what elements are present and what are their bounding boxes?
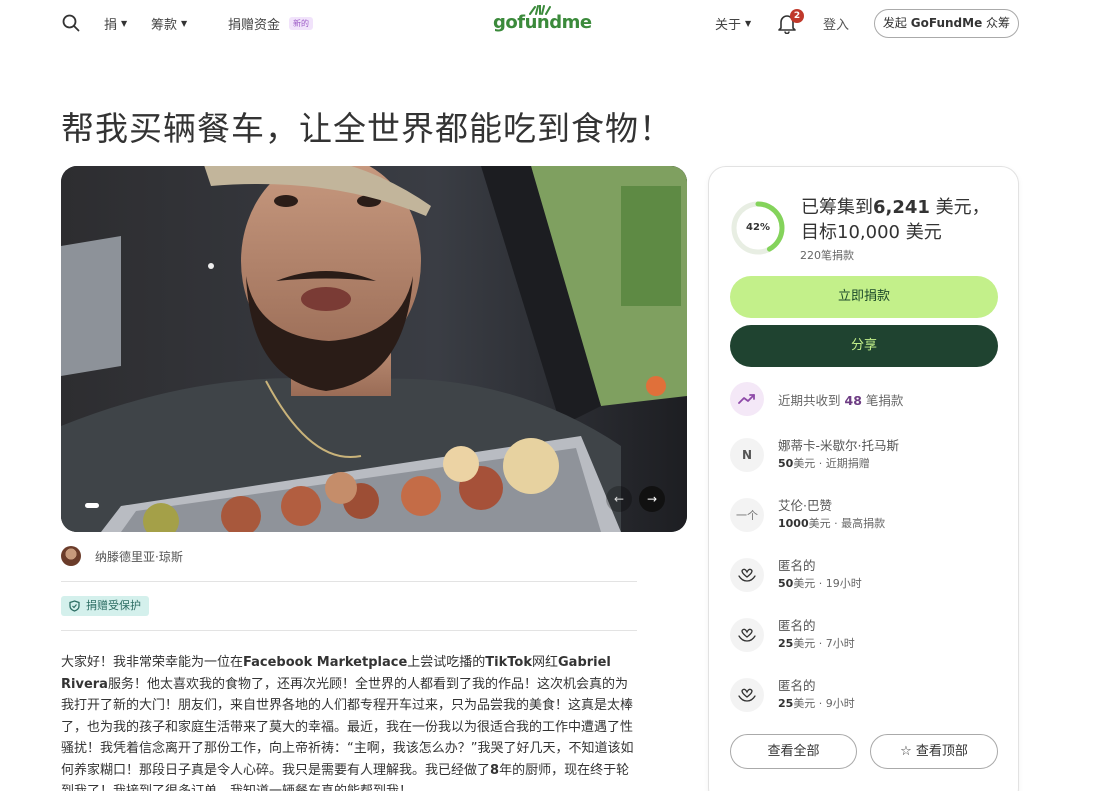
donor-name: 艾伦·巴赞 bbox=[778, 498, 832, 513]
chevron-down-icon: ▼ bbox=[745, 19, 752, 28]
donor-amount: 1000 bbox=[778, 517, 809, 530]
goal-amount: 10,000 bbox=[837, 222, 900, 243]
raised-prefix: 已筹集到 bbox=[801, 197, 873, 218]
top-navigation: 捐 ▼ 筹款 ▼ 捐赠资金 新的 gofundme 关于 ▼ 2 登入 发起 G… bbox=[0, 0, 1100, 48]
donation-panel: 42% 已筹集到6,241 美元，目标10,000 美元 220笔捐款 立即捐款… bbox=[708, 166, 1019, 791]
donor-item: 一个 艾伦·巴赞 1000美元 · 最高捐款 bbox=[730, 497, 885, 532]
donor-unit: 美元 bbox=[793, 637, 816, 650]
carousel-next-button[interactable]: → bbox=[639, 486, 665, 512]
carousel-indicator[interactable] bbox=[85, 503, 99, 508]
hands-heart-icon bbox=[730, 677, 764, 712]
campaign-story: 大家好！我非常荣幸能为一位在Facebook Marketplace上尝试吃播的… bbox=[61, 652, 635, 791]
donor-note: · 9小时 bbox=[815, 697, 855, 710]
donor-name: 匿名的 bbox=[778, 558, 816, 573]
start-button-suffix: 众筹 bbox=[986, 16, 1011, 30]
progress-percent-label: 42% bbox=[746, 222, 770, 233]
organizer-info[interactable]: 纳滕德里亚·琼斯 bbox=[61, 546, 183, 566]
donor-amount: 25 bbox=[778, 697, 794, 710]
nav-giving-funds-link[interactable]: 捐赠资金 新的 bbox=[228, 14, 314, 33]
donation-protected-badge[interactable]: 捐赠受保护 bbox=[61, 596, 149, 616]
donate-now-button[interactable]: 立即捐款 bbox=[730, 276, 998, 318]
story-text: 大家好！我非常荣幸能为一位在 bbox=[61, 655, 244, 670]
donor-item: 匿名的 25美元 · 7小时 bbox=[730, 617, 855, 652]
new-badge: 新的 bbox=[289, 17, 314, 30]
trend-prefix: 近期共收到 bbox=[778, 392, 841, 408]
search-icon[interactable] bbox=[62, 14, 80, 32]
organizer-name: 纳滕德里亚·琼斯 bbox=[95, 549, 183, 564]
protection-label: 捐赠受保护 bbox=[86, 599, 141, 612]
donor-unit: 美元 bbox=[793, 457, 816, 470]
donor-unit: 美元 bbox=[808, 517, 831, 530]
start-button-prefix: 发起 bbox=[882, 16, 907, 30]
see-top-label: 查看顶部 bbox=[915, 744, 968, 759]
star-icon: ☆ bbox=[900, 744, 912, 759]
nav-fundraise-label: 筹款 bbox=[151, 18, 178, 33]
start-gofundme-button[interactable]: 发起 GoFundMe 众筹 bbox=[874, 9, 1019, 38]
hero-photo bbox=[61, 166, 687, 532]
logo-sprout-icon bbox=[529, 5, 551, 15]
story-bold-text: Facebook Marketplace bbox=[243, 655, 408, 670]
donor-unit: 美元 bbox=[793, 697, 816, 710]
nav-about-menu[interactable]: 关于 ▼ bbox=[715, 14, 751, 33]
raised-amount-text: 已筹集到6,241 美元，目标10,000 美元 bbox=[801, 195, 1006, 245]
avatar bbox=[61, 546, 81, 566]
divider bbox=[61, 630, 637, 631]
donor-item: 匿名的 50美元 · 19小时 bbox=[730, 557, 862, 592]
story-bold-text: 8 bbox=[490, 762, 500, 778]
story-text: 网红 bbox=[531, 655, 558, 670]
gofundme-logo[interactable]: gofundme bbox=[493, 5, 592, 33]
raised-suffix: 美元 bbox=[899, 222, 942, 243]
donor-amount: 25 bbox=[778, 637, 794, 650]
story-text: 上尝试吃播的 bbox=[407, 655, 486, 670]
donor-item: N 娜蒂卡-米歇尔·托马斯 50美元 · 近期捐赠 bbox=[730, 437, 899, 472]
start-button-brand: GoFundMe bbox=[910, 16, 983, 30]
shield-icon bbox=[69, 600, 80, 612]
donor-note: · 19小时 bbox=[815, 577, 862, 590]
divider bbox=[61, 581, 637, 582]
donor-note: · 7小时 bbox=[815, 637, 855, 650]
login-link[interactable]: 登入 bbox=[823, 14, 849, 33]
notification-count-badge: 2 bbox=[790, 9, 804, 23]
donor-name: 匿名的 bbox=[778, 678, 816, 693]
nav-about-label: 关于 bbox=[715, 18, 742, 33]
nav-giving-funds-label: 捐赠资金 bbox=[228, 18, 281, 33]
see-all-button[interactable]: 查看全部 bbox=[730, 734, 857, 769]
campaign-hero-image[interactable] bbox=[61, 166, 687, 532]
donor-amount: 50 bbox=[778, 577, 794, 590]
hands-heart-icon bbox=[730, 617, 764, 652]
donations-count: 220笔捐款 bbox=[800, 249, 854, 262]
nav-donate-menu[interactable]: 捐 ▼ bbox=[104, 14, 127, 33]
story-bold-text: TikTok bbox=[485, 655, 532, 670]
carousel-prev-button[interactable]: ← bbox=[606, 486, 632, 512]
trend-suffix: 笔捐款 bbox=[865, 392, 904, 408]
hands-heart-icon bbox=[730, 557, 764, 592]
trending-up-icon bbox=[730, 382, 764, 416]
chevron-down-icon: ▼ bbox=[181, 19, 188, 28]
share-button[interactable]: 分享 bbox=[730, 325, 998, 367]
campaign-title: 帮我买辆餐车，让全世界都能吃到食物！ bbox=[61, 109, 673, 148]
donor-name: 匿名的 bbox=[778, 618, 816, 633]
donor-initial-avatar: N bbox=[730, 437, 764, 472]
donor-item: 匿名的 25美元 · 9小时 bbox=[730, 677, 855, 712]
logo-text: gofundme bbox=[493, 12, 592, 33]
trend-count: 48 bbox=[844, 392, 862, 408]
donor-initial-avatar: 一个 bbox=[730, 497, 764, 532]
donor-note: · 近期捐赠 bbox=[815, 457, 870, 470]
donor-unit: 美元 bbox=[793, 577, 816, 590]
donor-name: 娜蒂卡-米歇尔·托马斯 bbox=[778, 438, 899, 453]
donor-amount: 50 bbox=[778, 457, 794, 470]
raised-amount: 6,241 bbox=[873, 197, 930, 218]
recent-donations-summary: 近期共收到 48 笔捐款 bbox=[730, 382, 903, 416]
see-top-button[interactable]: ☆ 查看顶部 bbox=[870, 734, 998, 769]
nav-fundraise-menu[interactable]: 筹款 ▼ bbox=[151, 14, 187, 33]
donor-note: · 最高捐款 bbox=[830, 517, 886, 530]
chevron-down-icon: ▼ bbox=[121, 19, 128, 28]
nav-donate-label: 捐 bbox=[104, 18, 118, 33]
